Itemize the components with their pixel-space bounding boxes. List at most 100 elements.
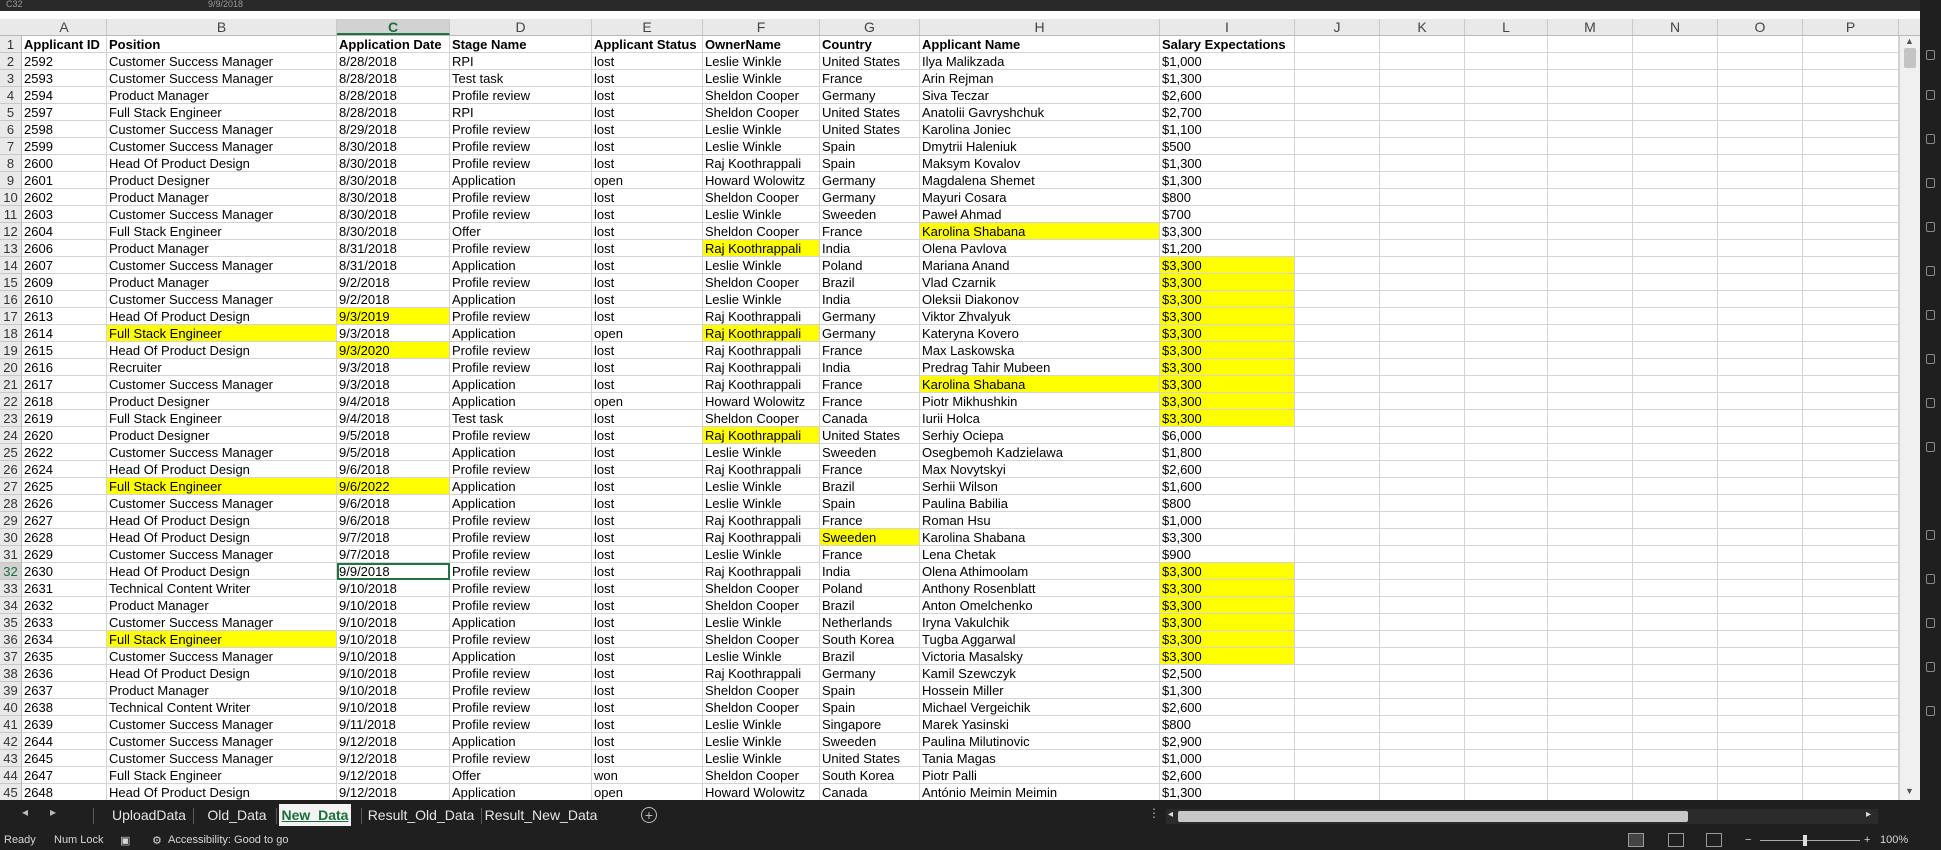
- cell[interactable]: lost: [592, 733, 703, 750]
- cell[interactable]: Howard Wolowitz: [703, 393, 820, 410]
- cell[interactable]: $1,000: [1160, 53, 1295, 70]
- cell[interactable]: [1295, 189, 1380, 206]
- column-title-cell[interactable]: [1718, 36, 1803, 53]
- cell[interactable]: Full Stack Engineer: [107, 478, 337, 495]
- cell[interactable]: Raj Koothrappali: [703, 240, 820, 257]
- cell[interactable]: [1633, 189, 1718, 206]
- cell[interactable]: [1295, 393, 1380, 410]
- cell[interactable]: [1548, 359, 1633, 376]
- cell[interactable]: Profile review: [450, 308, 592, 325]
- cell[interactable]: Sheldon Cooper: [703, 189, 820, 206]
- cell[interactable]: Product Designer: [107, 427, 337, 444]
- cell[interactable]: [1633, 512, 1718, 529]
- comment-icon[interactable]: [1926, 134, 1935, 144]
- cell[interactable]: [1548, 767, 1633, 784]
- row-header[interactable]: 36: [0, 631, 22, 648]
- cell[interactable]: Raj Koothrappali: [703, 308, 820, 325]
- cell[interactable]: [1548, 750, 1633, 767]
- cell[interactable]: Lena Chetak: [920, 546, 1160, 563]
- cell[interactable]: Profile review: [450, 138, 592, 155]
- cell[interactable]: South Korea: [820, 767, 920, 784]
- cell[interactable]: Sheldon Cooper: [703, 87, 820, 104]
- cell[interactable]: [1465, 342, 1548, 359]
- row-header[interactable]: 37: [0, 648, 22, 665]
- cell[interactable]: [1803, 189, 1899, 206]
- cell[interactable]: [1295, 274, 1380, 291]
- cell[interactable]: Serhiy Ociepa: [920, 427, 1160, 444]
- cell[interactable]: Product Manager: [107, 240, 337, 257]
- cell[interactable]: [1548, 274, 1633, 291]
- cell[interactable]: 9/5/2018: [337, 427, 450, 444]
- cell[interactable]: lost: [592, 614, 703, 631]
- cell[interactable]: [1548, 257, 1633, 274]
- cell[interactable]: [1465, 274, 1548, 291]
- cell[interactable]: Karolina Joniec: [920, 121, 1160, 138]
- row-header[interactable]: 8: [0, 155, 22, 172]
- cell[interactable]: France: [820, 512, 920, 529]
- cell[interactable]: lost: [592, 648, 703, 665]
- cell[interactable]: $800: [1160, 495, 1295, 512]
- cell[interactable]: [1380, 546, 1465, 563]
- cell[interactable]: [1803, 342, 1899, 359]
- cell[interactable]: Sweeden: [820, 733, 920, 750]
- cell[interactable]: Roman Hsu: [920, 512, 1160, 529]
- cell[interactable]: [1718, 291, 1803, 308]
- cell[interactable]: 9/11/2018: [337, 716, 450, 733]
- cell[interactable]: [1380, 155, 1465, 172]
- cell[interactable]: Profile review: [450, 716, 592, 733]
- cell[interactable]: 9/10/2018: [337, 682, 450, 699]
- cell[interactable]: [1718, 53, 1803, 70]
- cell[interactable]: lost: [592, 240, 703, 257]
- cell[interactable]: Application: [450, 393, 592, 410]
- cell[interactable]: lost: [592, 121, 703, 138]
- cell[interactable]: 8/28/2018: [337, 70, 450, 87]
- cell[interactable]: Tania Magas: [920, 750, 1160, 767]
- cell[interactable]: [1465, 733, 1548, 750]
- cell[interactable]: [1380, 716, 1465, 733]
- accessibility-status[interactable]: Accessibility: Good to go: [168, 834, 288, 846]
- cell[interactable]: [1380, 104, 1465, 121]
- row-header[interactable]: 7: [0, 138, 22, 155]
- cell[interactable]: $900: [1160, 546, 1295, 563]
- cell[interactable]: [1633, 546, 1718, 563]
- cell[interactable]: [1633, 648, 1718, 665]
- cell[interactable]: India: [820, 563, 920, 580]
- cell[interactable]: [1803, 274, 1899, 291]
- cell[interactable]: lost: [592, 580, 703, 597]
- column-title-cell[interactable]: [1295, 36, 1380, 53]
- cell[interactable]: [1548, 53, 1633, 70]
- column-title-cell[interactable]: [1548, 36, 1633, 53]
- cell[interactable]: Raj Koothrappali: [703, 563, 820, 580]
- cell[interactable]: [1295, 784, 1380, 800]
- cell[interactable]: [1295, 70, 1380, 87]
- accessibility-icon[interactable]: ⚙: [152, 834, 162, 847]
- cell[interactable]: Application: [450, 733, 592, 750]
- row-header[interactable]: 24: [0, 427, 22, 444]
- cell[interactable]: Head Of Product Design: [107, 529, 337, 546]
- cell[interactable]: Leslie Winkle: [703, 257, 820, 274]
- cell[interactable]: [1295, 342, 1380, 359]
- cell[interactable]: [1803, 699, 1899, 716]
- comment-icon[interactable]: [1926, 354, 1935, 364]
- comment-icon[interactable]: [1926, 618, 1935, 628]
- cell[interactable]: 9/6/2018: [337, 495, 450, 512]
- comment-icon[interactable]: [1926, 530, 1935, 540]
- cell[interactable]: Customer Success Manager: [107, 614, 337, 631]
- cell[interactable]: lost: [592, 291, 703, 308]
- cell[interactable]: [1548, 138, 1633, 155]
- cell[interactable]: [1548, 342, 1633, 359]
- column-title-cell[interactable]: Applicant ID: [22, 36, 107, 53]
- cell[interactable]: [1718, 699, 1803, 716]
- cell[interactable]: [1633, 665, 1718, 682]
- sheet-tab-new-data[interactable]: New_Data: [279, 804, 351, 826]
- cell[interactable]: [1295, 495, 1380, 512]
- row-header[interactable]: 2: [0, 53, 22, 70]
- cell[interactable]: 8/28/2018: [337, 53, 450, 70]
- cell[interactable]: open: [592, 172, 703, 189]
- cell[interactable]: [1295, 733, 1380, 750]
- cell[interactable]: lost: [592, 70, 703, 87]
- cell[interactable]: [1548, 580, 1633, 597]
- more-options-icon[interactable]: ⋮: [1148, 806, 1160, 820]
- cell[interactable]: [1380, 376, 1465, 393]
- cell[interactable]: [1295, 359, 1380, 376]
